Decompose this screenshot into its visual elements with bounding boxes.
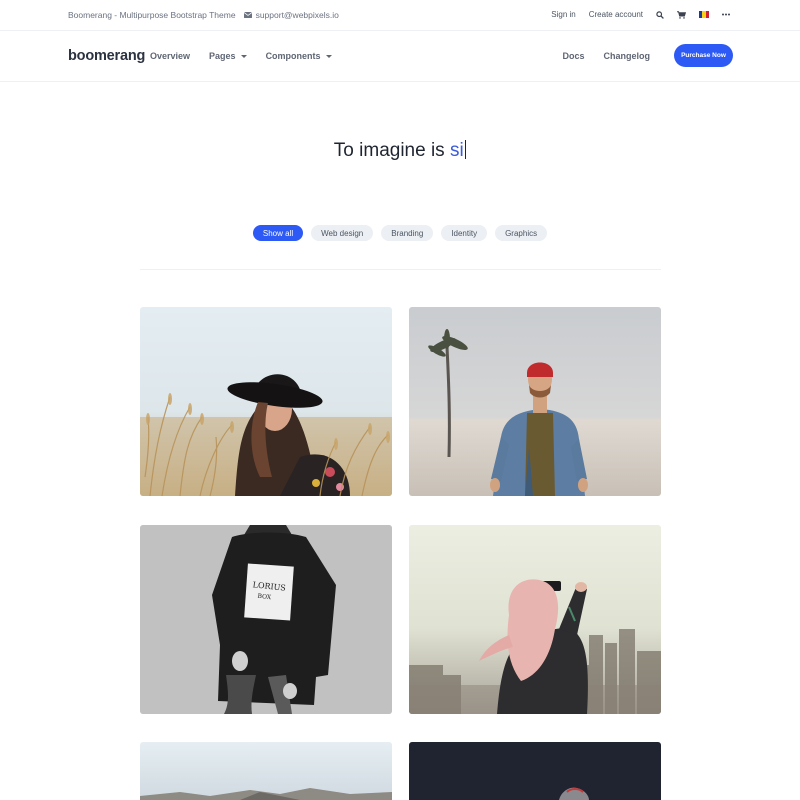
site-title: Boomerang - Multipurpose Bootstrap Theme — [68, 10, 236, 20]
top-bar-right: Sign in Create account — [538, 10, 730, 19]
headline-typed-text: si — [449, 140, 464, 161]
gallery-item-dark[interactable] — [409, 742, 661, 800]
gallery-item-mountain[interactable] — [140, 742, 392, 800]
section-divider — [140, 269, 661, 270]
email-text: support@webpixels.io — [255, 10, 339, 20]
nav-item-overview[interactable]: Overview — [150, 51, 190, 61]
create-account-link[interactable]: Create account — [589, 10, 643, 19]
portfolio-filters: Show all Web design Branding Identity Gr… — [0, 225, 800, 241]
gallery-item-man-denim[interactable] — [409, 307, 661, 496]
gallery-item-woman-in-hat[interactable] — [140, 307, 392, 496]
search-icon — [656, 10, 664, 19]
nav-item-changelog[interactable]: Changelog — [604, 51, 651, 61]
chevron-down-icon — [325, 54, 332, 58]
black-sweatshirt-bw-photo: LORIUS BOX — [140, 525, 392, 714]
gallery-item-black-sweatshirt[interactable]: LORIUS BOX — [140, 525, 392, 714]
nav-item-label: Overview — [150, 51, 191, 61]
main-navbar: boomerang Overview Pages Components Docs… — [0, 31, 800, 82]
filter-show-all[interactable]: Show all — [252, 225, 304, 241]
flag-icon[interactable] — [699, 11, 709, 18]
nav-item-label: Components — [265, 51, 321, 61]
dark-night-photo — [409, 742, 661, 800]
svg-text:BOX: BOX — [257, 593, 272, 601]
headline-prefix: To imagine is — [333, 140, 450, 161]
chevron-down-icon — [240, 54, 247, 58]
email-link[interactable]: support@webpixels.io — [243, 10, 339, 20]
cart-button[interactable] — [677, 10, 686, 19]
sign-in-link[interactable]: Sign in — [551, 10, 575, 19]
nav-left: Overview Pages Components — [150, 51, 351, 61]
more-button[interactable] — [722, 13, 730, 16]
nav-item-label: Pages — [209, 51, 236, 61]
man-denim-jacket-beach-photo — [409, 307, 661, 496]
nav-item-components[interactable]: Components — [266, 51, 332, 61]
brand-logo[interactable]: boomerang — [68, 48, 145, 64]
woman-in-hat-field-photo — [140, 307, 392, 496]
pink-hair-woman-camera-photo — [409, 525, 661, 714]
filter-branding[interactable]: Branding — [381, 225, 434, 241]
search-button[interactable] — [656, 10, 664, 19]
typing-cursor — [464, 140, 467, 159]
hero-headline: To imagine is si — [0, 140, 800, 162]
purchase-now-button[interactable]: Purchase Now — [674, 44, 733, 67]
nav-item-pages[interactable]: Pages — [209, 51, 247, 61]
mountain-landscape-photo — [140, 742, 392, 800]
filter-identity[interactable]: Identity — [441, 225, 488, 241]
filter-web-design[interactable]: Web design — [311, 225, 374, 241]
mail-icon — [243, 12, 252, 18]
top-bar: Boomerang - Multipurpose Bootstrap Theme… — [0, 0, 800, 31]
nav-item-docs[interactable]: Docs — [562, 51, 584, 61]
top-bar-left: Boomerang - Multipurpose Bootstrap Theme… — [68, 10, 339, 20]
gallery-item-pink-hair[interactable] — [409, 525, 661, 714]
cart-icon — [677, 10, 686, 19]
more-icon — [722, 13, 730, 16]
nav-right: Docs Changelog — [543, 51, 650, 61]
filter-graphics[interactable]: Graphics — [495, 225, 548, 241]
